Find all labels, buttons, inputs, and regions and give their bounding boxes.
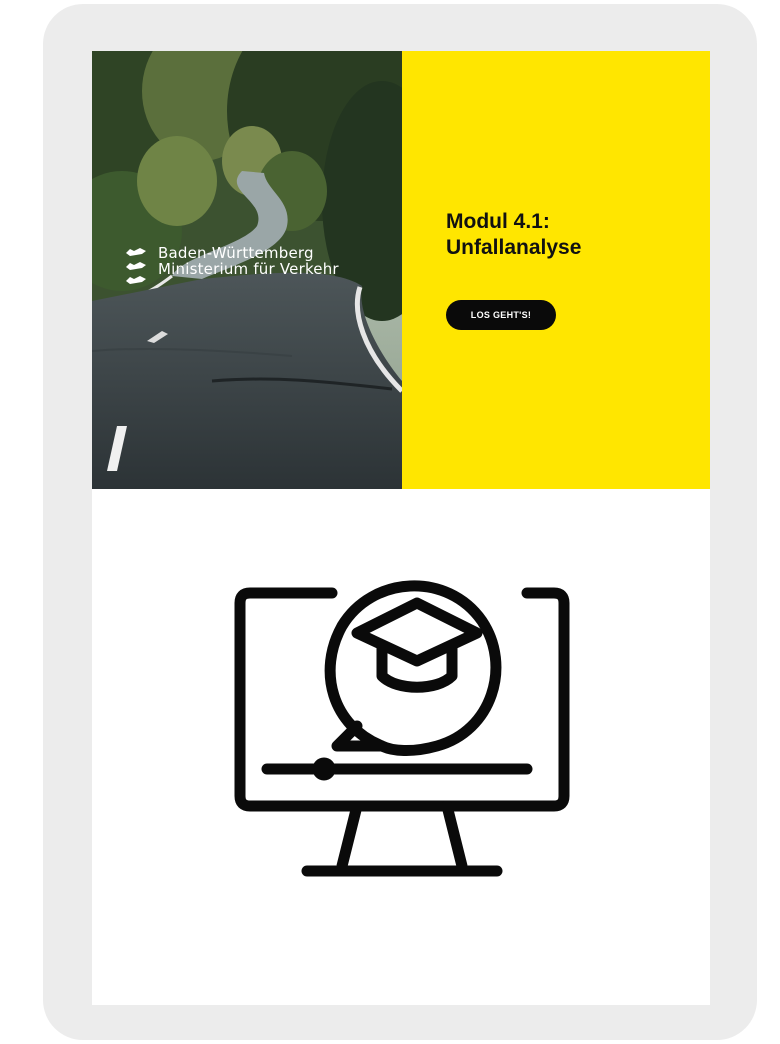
module-topic: Unfallanalyse <box>446 236 582 259</box>
module-card: Baden-Württemberg Ministerium für Verkeh… <box>92 51 710 1005</box>
lion-coat-of-arms-icon <box>124 245 148 289</box>
online-learning-monitor-icon <box>232 541 572 881</box>
ministry-logo: Baden-Württemberg Ministerium für Verkeh… <box>124 245 339 289</box>
brand-line-state: Baden-Württemberg <box>158 244 314 262</box>
start-button[interactable]: LOS GEHT'S! <box>446 300 556 330</box>
module-title: Modul 4.1: Unfallanalyse <box>446 209 581 261</box>
road-photo: Baden-Württemberg Ministerium für Verkeh… <box>92 51 402 489</box>
module-info-panel: Modul 4.1: Unfallanalyse LOS GEHT'S! <box>402 51 710 489</box>
hero-banner: Baden-Württemberg Ministerium für Verkeh… <box>92 51 710 489</box>
module-number: Modul 4.1: <box>446 210 550 233</box>
tablet-frame: Baden-Württemberg Ministerium für Verkeh… <box>43 4 757 1040</box>
brand-line-ministry: Ministerium für Verkehr <box>158 260 339 278</box>
